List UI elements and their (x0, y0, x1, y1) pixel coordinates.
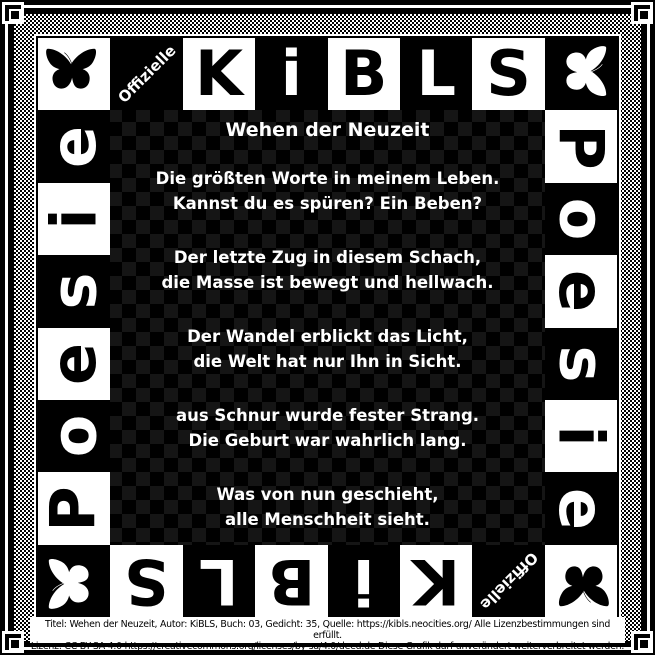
poesie-letter: s (544, 327, 618, 400)
poesie-letter-content: P (544, 123, 618, 170)
butterfly-icon (38, 544, 111, 618)
poem-line: Was von nun geschieht, (216, 485, 439, 504)
poesie-letter: e (37, 110, 111, 183)
brand-letter-content: i (280, 37, 303, 111)
poesie-letter: e (544, 255, 618, 328)
poesie-letter-content: i (37, 208, 111, 230)
brand-letter-content: L (416, 37, 456, 111)
poesie-letter: P (37, 472, 111, 545)
butterfly-icon-content (43, 552, 105, 610)
poesie-letter: o (544, 182, 618, 256)
poem-line: Der Wandel erblickt das Licht, (187, 327, 468, 346)
poesie-letter: e (37, 327, 111, 400)
poem-line: alle Menschheit sieht. (225, 509, 430, 529)
poesie-letter-content: e (37, 125, 111, 168)
poesie-letter: o (37, 400, 111, 473)
poem-line: Kannst du es spüren? Ein Beben? (172, 193, 483, 213)
poesie-letter-content: e (544, 487, 618, 530)
poem-line: Die Geburt war wahrlich lang. (188, 430, 467, 450)
corner-ornament (631, 2, 653, 24)
poem-line: Der letzte Zug in diesem Schach, (173, 248, 482, 267)
offizielle-label: Offizielle (110, 38, 183, 111)
butterfly-icon (38, 38, 111, 111)
poesie-letter: i (544, 400, 618, 473)
butterfly-icon-content (550, 45, 612, 103)
corner-ornament (2, 631, 24, 653)
poesie-letter-content: e (544, 270, 618, 313)
butterfly-icon-content (45, 43, 103, 105)
poesie-letter: e (544, 472, 618, 545)
poesie-letter: i (37, 182, 111, 256)
poem-line: die Masse ist bewegt und hellwach. (161, 272, 494, 292)
brand-letter: i (255, 37, 328, 111)
brand-letter: S (472, 37, 545, 111)
poesie-letter: s (37, 255, 111, 328)
poesie-letter: P (544, 110, 618, 183)
poesie-letter-content: P (37, 485, 111, 532)
caption-line-2: Lizenz: CC BY-SA 4.0 https://creativecom… (30, 641, 625, 652)
poem-line: aus Schnur wurde fester Strang. (175, 406, 480, 425)
butterfly-icon-content (552, 550, 610, 612)
offizielle-label-content: Offizielle (114, 41, 180, 107)
stanza: Der Wandel erblickt das Licht, die Welt h… (110, 325, 545, 374)
poem-line: die Welt hat nur Ihn in Sicht. (193, 351, 462, 371)
poesie-letter-content: e (37, 342, 111, 385)
stanza: Der letzte Zug in diesem Schach, die Mass… (110, 246, 545, 295)
poesie-letter-content: s (37, 272, 111, 310)
stanza: aus Schnur wurde fester Strang. Die Gebur… (110, 404, 545, 453)
stanza: Was von nun geschieht, alle Menschheit si… (110, 483, 545, 532)
brand-letter-content: B (340, 37, 388, 111)
caption-line-1: Titel: Wehen der Neuzeit, Autor: KiBLS, … (44, 619, 611, 641)
poem-title: Wehen der Neuzeit (225, 119, 430, 141)
butterfly-icon (544, 38, 618, 111)
poem: Wehen der Neuzeit Die größten Worte in m… (110, 110, 545, 562)
brand-letter-content: K (194, 37, 244, 111)
brand-letter: K (182, 37, 256, 111)
poesie-letter-content: o (544, 197, 618, 241)
corner-ornament (631, 631, 653, 653)
corner-ornament (2, 2, 24, 24)
poesie-letter-content: s (544, 345, 618, 383)
brand-letter: B (327, 37, 400, 111)
poesie-letter-content: o (37, 414, 111, 458)
poesie-letter-content: i (544, 425, 618, 447)
poem-line: Die größten Worte in meinem Leben. (155, 169, 500, 188)
brand-letter-content: S (486, 37, 531, 111)
butterfly-icon (544, 544, 618, 618)
caption: Titel: Wehen der Neuzeit, Autor: KiBLS, … (30, 617, 625, 652)
brand-letter: L (400, 37, 473, 111)
stanza: Die größten Worte in meinem Leben. Kannst… (110, 167, 545, 216)
